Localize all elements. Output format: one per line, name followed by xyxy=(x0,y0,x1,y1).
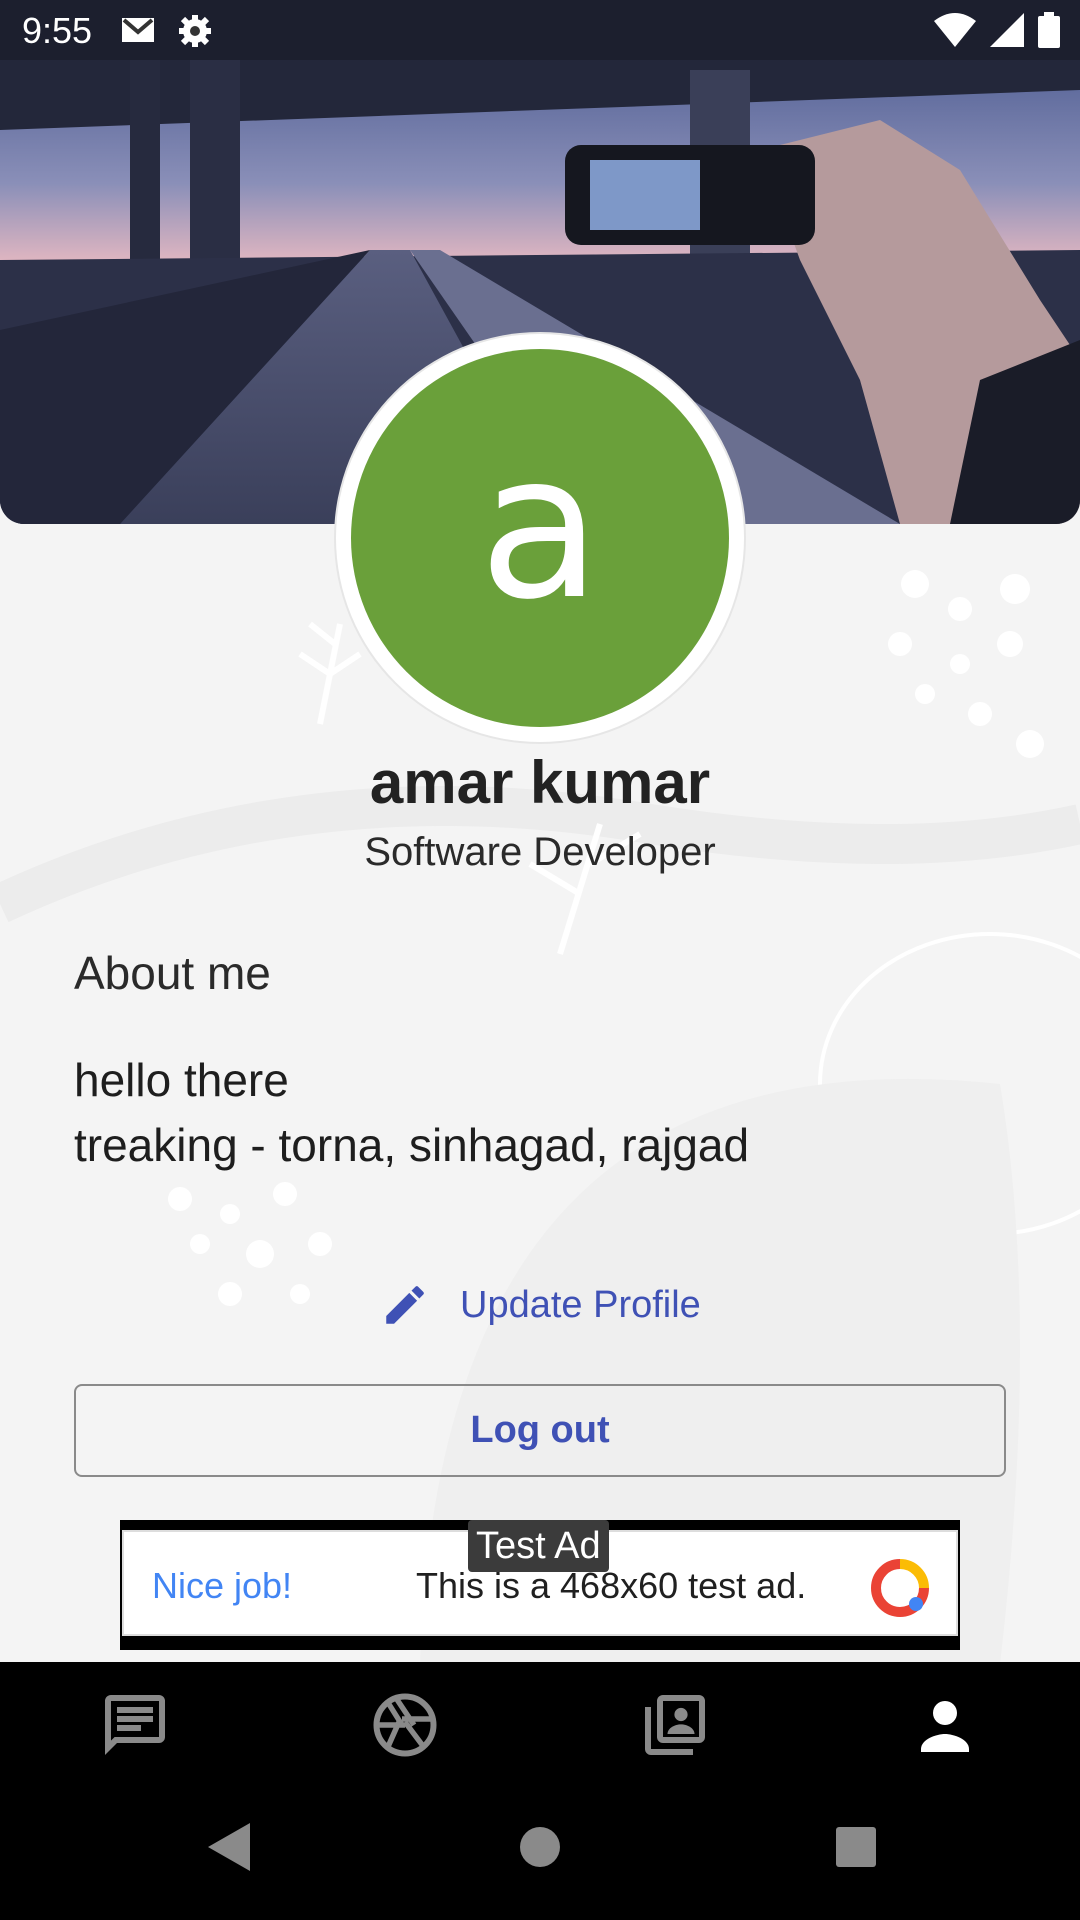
profile-name: amar kumar xyxy=(369,749,711,816)
status-bar: 9:55 xyxy=(0,0,1080,62)
ad-logo-icon xyxy=(871,1559,929,1617)
nav-gallery[interactable] xyxy=(540,1662,810,1787)
gmail-icon xyxy=(122,18,154,42)
about-heading: About me xyxy=(74,947,271,999)
pencil-icon xyxy=(386,1286,424,1324)
chat-icon xyxy=(105,1694,165,1755)
update-profile-label: Update Profile xyxy=(460,1283,701,1326)
about-text: hello there treaking - torna, sinhagad, … xyxy=(74,1048,749,1178)
recents-icon[interactable] xyxy=(826,1817,886,1877)
profile-title: Software Developer xyxy=(364,830,716,874)
avatar-letter: a xyxy=(478,411,602,644)
back-icon[interactable] xyxy=(200,1817,256,1877)
logout-button[interactable]: Log out xyxy=(74,1384,1006,1477)
ad-headline[interactable]: Nice job! xyxy=(152,1565,292,1607)
test-ad-badge: Test Ad xyxy=(468,1520,609,1572)
signal-icon xyxy=(990,13,1024,47)
bottom-navigation xyxy=(0,1662,1080,1787)
person-icon xyxy=(921,1700,969,1752)
photo-library-icon xyxy=(645,1694,705,1755)
logout-label: Log out xyxy=(470,1409,610,1451)
avatar[interactable]: a xyxy=(351,349,729,727)
status-time: 9:55 xyxy=(22,10,93,51)
nav-profile[interactable] xyxy=(810,1662,1080,1787)
settings-icon xyxy=(179,15,211,47)
wifi-icon xyxy=(934,13,976,47)
battery-icon xyxy=(1038,12,1060,48)
update-profile-button[interactable]: Update Profile xyxy=(380,1270,701,1340)
home-icon[interactable] xyxy=(510,1817,570,1877)
camera-shutter-icon xyxy=(373,1693,437,1756)
nav-chat[interactable] xyxy=(0,1662,270,1787)
nav-camera[interactable] xyxy=(270,1662,540,1787)
about-line-2: treaking - torna, sinhagad, rajgad xyxy=(74,1119,750,1171)
system-navigation-bar xyxy=(0,1787,1080,1920)
about-line-1: hello there xyxy=(74,1054,289,1106)
